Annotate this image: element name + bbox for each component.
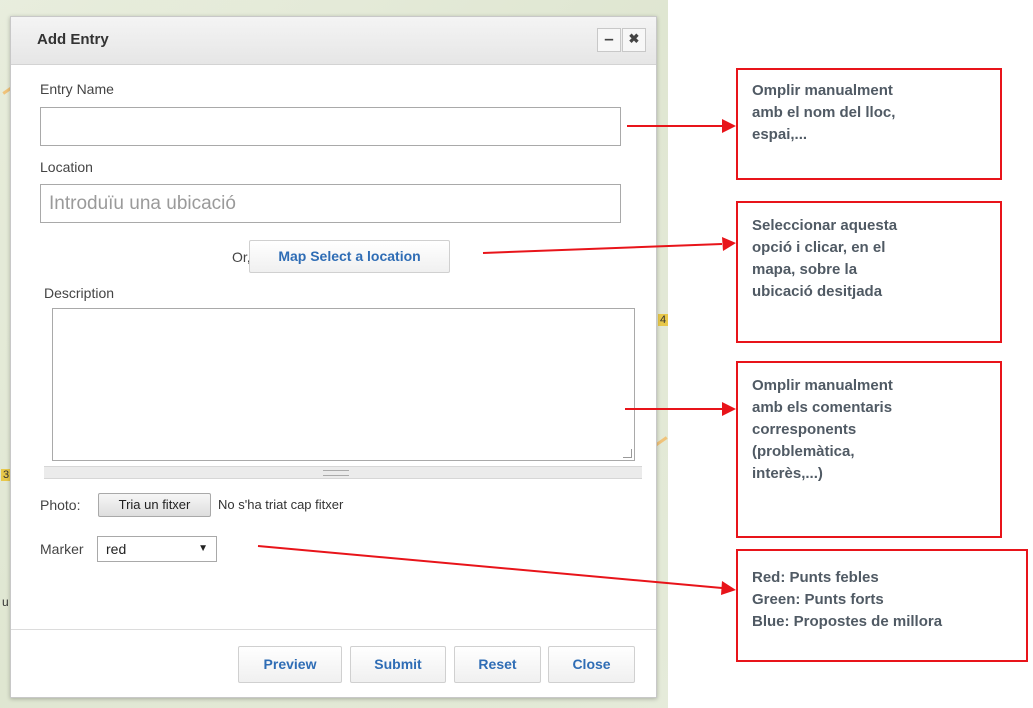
arrow-to-location-note bbox=[482, 243, 723, 254]
callout-line: interès,...) bbox=[752, 465, 823, 482]
callout-line: corresponents bbox=[752, 421, 857, 438]
callout-description: Omplir manualment amb els comentaris cor… bbox=[736, 361, 1002, 538]
callout-line: opció i clicar, en el bbox=[752, 239, 886, 256]
arrow-to-marker-note bbox=[257, 545, 723, 589]
callout-marker: Red: Punts febles Green: Punts forts Blu… bbox=[736, 549, 1028, 662]
callout-line: espai,... bbox=[752, 126, 808, 143]
callout-line: Red: Punts febles bbox=[752, 569, 879, 586]
callout-location: Seleccionar aquesta opció i clicar, en e… bbox=[736, 201, 1002, 343]
arrowhead-icon bbox=[721, 581, 736, 595]
callout-line: amb el nom del lloc, bbox=[752, 104, 896, 121]
callout-line: Omplir manualment bbox=[752, 377, 893, 394]
callout-line: Omplir manualment bbox=[752, 82, 893, 99]
callout-line: Seleccionar aquesta bbox=[752, 217, 898, 234]
callout-line: ubicació desitjada bbox=[752, 283, 883, 300]
callout-line: (problemàtica, bbox=[752, 443, 855, 460]
arrowhead-icon bbox=[722, 237, 736, 251]
callout-line: mapa, sobre la bbox=[752, 261, 858, 278]
callout-line: Blue: Propostes de millora bbox=[752, 613, 943, 630]
callout-line: amb els comentaris bbox=[752, 399, 893, 416]
arrowhead-icon bbox=[722, 402, 736, 416]
arrowhead-icon bbox=[722, 119, 736, 133]
callout-entry-name: Omplir manualment amb el nom del lloc, e… bbox=[736, 68, 1002, 180]
callout-line: Green: Punts forts bbox=[752, 591, 884, 608]
